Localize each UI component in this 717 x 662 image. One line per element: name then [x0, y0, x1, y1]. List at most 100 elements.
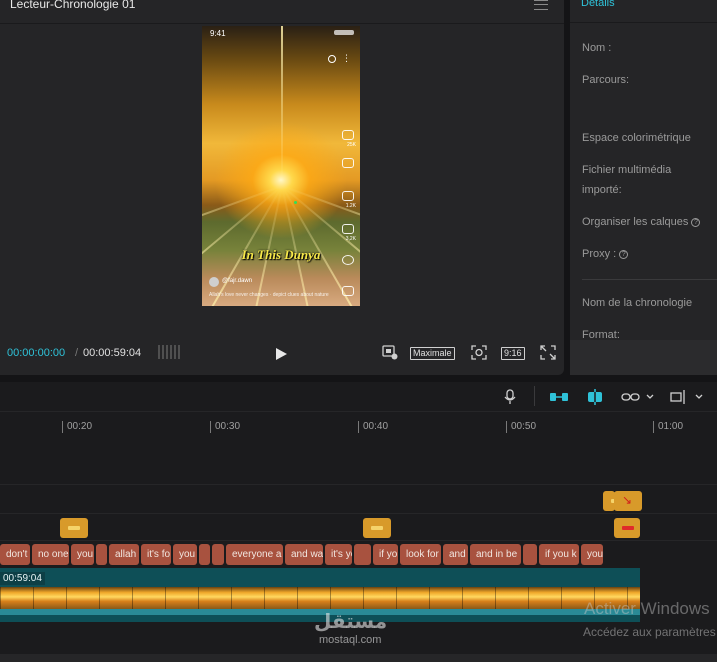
subtitle-clip[interactable]: it's fo [141, 544, 171, 565]
subtitle-clip[interactable]: everyone a [226, 544, 283, 565]
track-divider [0, 513, 717, 514]
video-description: Allah's love never changes · depict clue… [209, 292, 329, 298]
timeline-panel: 00:20 00:30 00:40 00:50 01:00 ↘ don't no… [0, 382, 717, 662]
battery-icon [334, 30, 354, 35]
activate-windows-subtitle: Accédez aux paramètres [583, 625, 716, 639]
avatar [209, 277, 219, 287]
layers-label-text: Organiser les calques [582, 216, 689, 228]
fullscreen-icon[interactable] [540, 345, 556, 360]
subtitle-clip[interactable] [354, 544, 371, 565]
divider [570, 22, 717, 23]
sticker-clip[interactable] [363, 518, 391, 538]
colorspace-label: Espace colorimétrique [582, 132, 691, 144]
zoom-fit-icon[interactable] [471, 345, 487, 360]
quality-select[interactable]: Maximale [410, 347, 455, 360]
subtitle-clip[interactable]: it's yo [325, 544, 352, 565]
subtitle-clip[interactable]: allah [109, 544, 139, 565]
subtitle-clip[interactable]: you [173, 544, 197, 565]
sun-ray [281, 26, 283, 186]
subtitle-clip[interactable]: if yo [373, 544, 398, 565]
subtitle-clip[interactable]: if you k [539, 544, 579, 565]
search-icon [328, 55, 336, 63]
preview-clock: 9:41 [210, 29, 226, 38]
video-caption: In This Dunya [241, 247, 321, 262]
dislike-icon [342, 158, 354, 168]
help-icon[interactable]: ? [691, 218, 701, 227]
toolbar-divider [534, 386, 535, 406]
sticker-clip[interactable] [614, 518, 640, 538]
comment-icon [342, 191, 354, 201]
timeline-ruler[interactable]: 00:20 00:30 00:40 00:50 01:00 [0, 413, 717, 433]
main-track-magnet-icon[interactable] [548, 389, 570, 405]
ruler-tick: 00:20 [62, 421, 92, 433]
subtitle-clip[interactable]: don't [0, 544, 30, 565]
subtitle-clip[interactable]: look for [400, 544, 441, 565]
sticker-clip[interactable] [60, 518, 88, 538]
play-button[interactable] [276, 348, 287, 360]
activate-windows-title: Activer Windows [584, 599, 710, 618]
timeline-scrollbar[interactable] [0, 654, 717, 662]
track-divider [0, 484, 717, 485]
player-title: Lecteur-Chronologie 01 [10, 0, 136, 11]
player-panel: Lecteur-Chronologie 01 9:41 ⋮ 25K 1.2K 3… [0, 0, 564, 375]
subtitle-clip[interactable]: no one [32, 544, 69, 565]
proxy-label-text: Proxy : [582, 248, 617, 260]
mostaql-url: mostaql.com [319, 634, 382, 646]
sun-ray [245, 185, 283, 306]
video-preview[interactable]: 9:41 ⋮ 25K 1.2K 3,2K In This Dunya @fajr… [202, 26, 360, 306]
subtitle-clip[interactable]: you [71, 544, 94, 565]
player-header: Lecteur-Chronologie 01 [0, 0, 564, 24]
layers-label: Organiser les calques? [582, 212, 701, 232]
subtitle-clip[interactable] [199, 544, 210, 565]
sticker-clip[interactable]: ↘ [614, 491, 642, 511]
imported-label: Fichier multimédia [582, 164, 672, 176]
details-footer [570, 340, 717, 375]
divider [582, 279, 717, 280]
path-label: Parcours: [582, 74, 630, 86]
more-icon: ⋮ [342, 53, 351, 63]
auto-snap-icon[interactable] [584, 389, 606, 405]
author-handle: @fajr.dawn [222, 278, 253, 284]
subtitle-clip[interactable]: you [581, 544, 603, 565]
aspect-ratio-select[interactable]: 9:16 [501, 347, 525, 360]
subtitle-clip[interactable]: and i [443, 544, 468, 565]
time-separator: / [75, 347, 79, 359]
sun-ray [202, 185, 283, 306]
preview-axis-icon[interactable] [670, 389, 706, 405]
details-title: Détails [581, 0, 615, 9]
video-thumbnails [0, 587, 640, 609]
link-icon[interactable] [621, 389, 657, 405]
total-time: 00:00:59:04 [83, 347, 142, 359]
subtitle-clip[interactable]: and wa [285, 544, 323, 565]
subtitle-clip[interactable]: and in be [470, 544, 521, 565]
sound-icon [342, 286, 354, 296]
details-panel: Détails Nom : Parcours: Espace colorimét… [570, 0, 717, 341]
share-count: 3,2K [345, 236, 356, 242]
track-divider [0, 540, 717, 541]
like-count: 25K [347, 142, 356, 148]
current-time: 00:00:00:00 [7, 347, 66, 359]
ruler-tick: 00:50 [506, 421, 536, 433]
sun-ray [281, 185, 319, 306]
subtitle-clip[interactable] [212, 544, 224, 565]
waveform-icon[interactable] [158, 345, 180, 359]
focus-point [294, 201, 297, 204]
share-icon [342, 224, 354, 234]
ruler-tick: 01:00 [653, 421, 683, 433]
subtitle-clip[interactable] [96, 544, 107, 565]
name-label: Nom : [582, 42, 612, 54]
player-controls: 00:00:00:00 / 00:00:59:04 Maximale 9:16 [0, 340, 564, 370]
arrow-icon: ↘ [622, 493, 633, 507]
subtitle-clip[interactable] [523, 544, 537, 565]
safe-area-icon[interactable] [382, 345, 398, 360]
comment-count: 1.2K [345, 203, 356, 209]
timeline-name-label: Nom de la chronologie [582, 297, 693, 309]
microphone-icon[interactable] [503, 389, 517, 405]
ruler-tick: 00:40 [358, 421, 388, 433]
proxy-label: Proxy :? [582, 244, 629, 264]
imported-label-2: importé: [582, 184, 622, 196]
clip-duration: 00:59:04 [0, 572, 45, 585]
menu-icon[interactable] [534, 0, 548, 10]
like-icon [342, 130, 354, 140]
help-icon[interactable]: ? [619, 250, 629, 259]
